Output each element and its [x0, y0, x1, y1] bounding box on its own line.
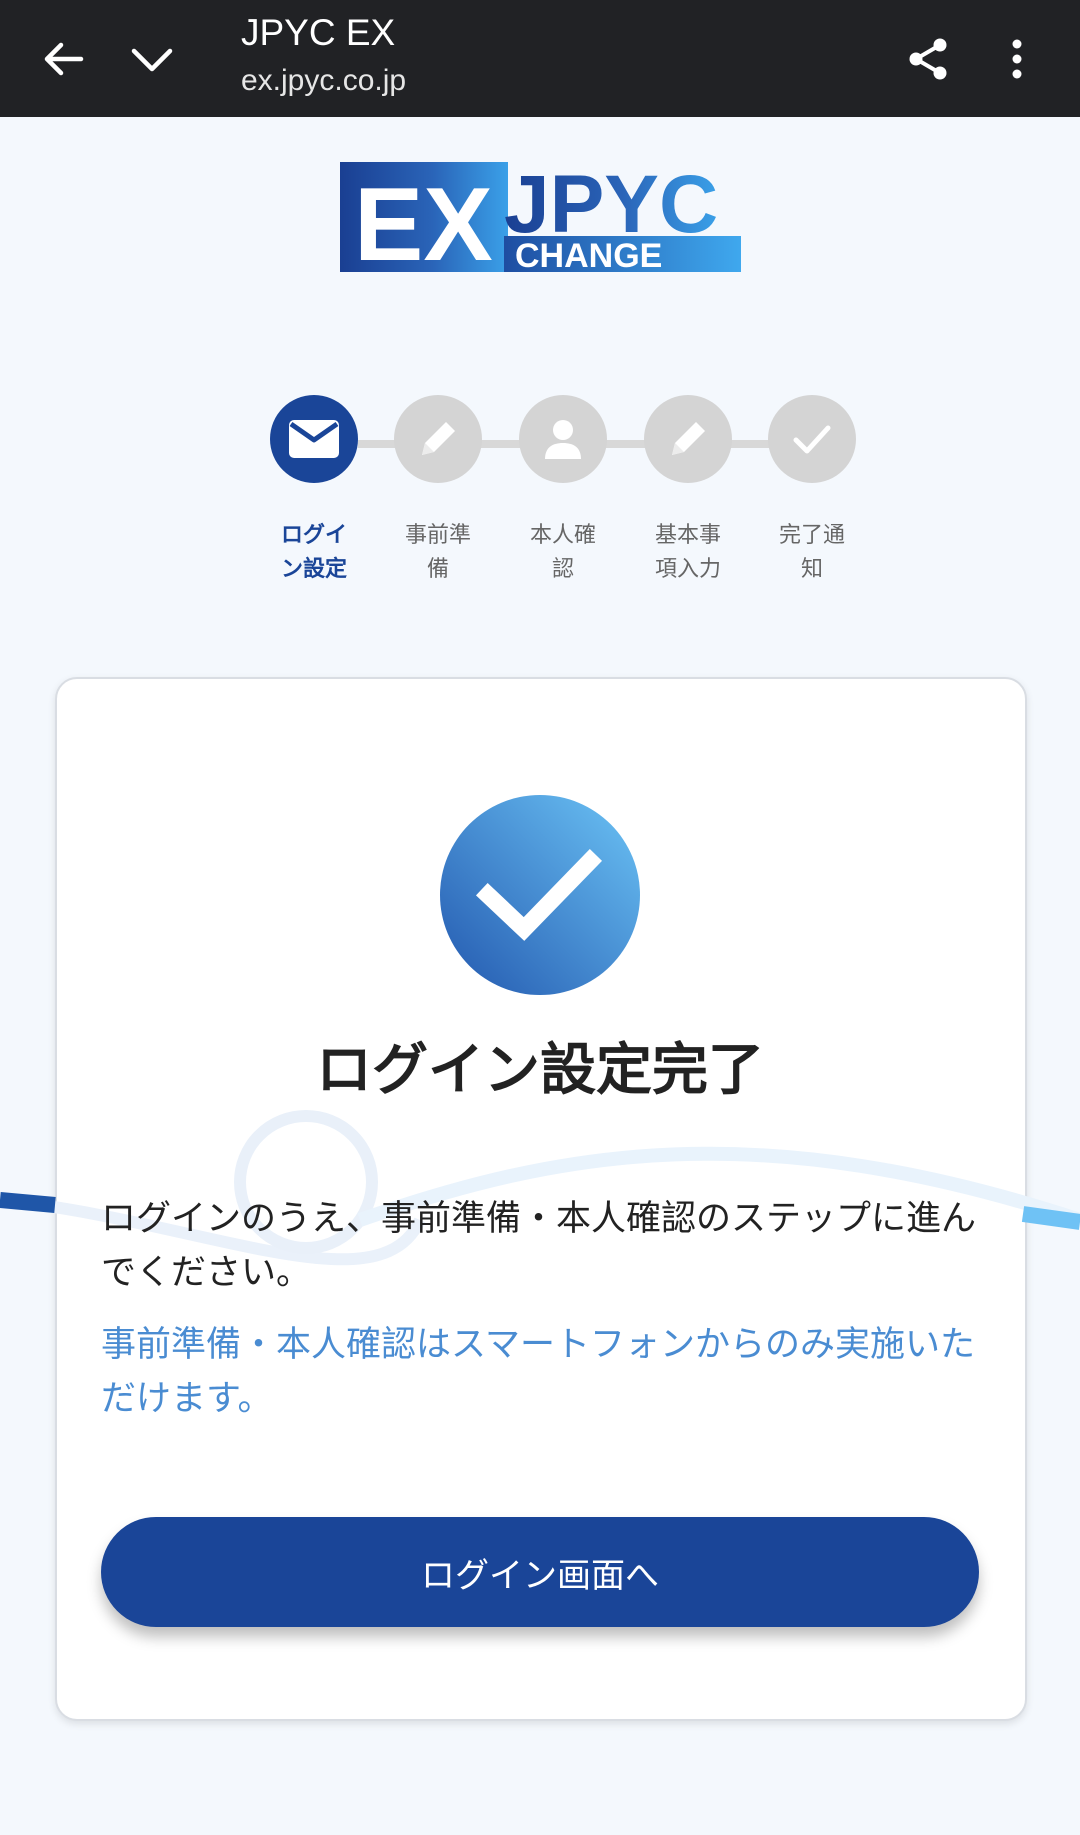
chevron-down-icon: [131, 48, 173, 72]
tab-dropdown-button[interactable]: [117, 24, 187, 94]
completion-title: ログイン設定完了: [316, 1038, 764, 1103]
progress-stepper: ログイ ン設定 事前準備 本人確認 基本事 項入力 完了通知: [0, 395, 1080, 595]
pencil-icon: [672, 422, 705, 455]
step-basic-info: [644, 395, 732, 483]
page-title: JPYC EX: [241, 12, 396, 53]
browser-toolbar: JPYC EX ex.jpyc.co.jp: [0, 0, 1080, 117]
jpyc-exchange-logo: EX JPYC CHANGE: [340, 160, 741, 274]
share-button[interactable]: [893, 24, 963, 94]
share-icon: [909, 38, 947, 80]
go-to-login-button-label: ログイン画面へ: [421, 1555, 659, 1596]
svg-text:EX: EX: [354, 167, 493, 274]
step-label-identity-verification: 本人確認: [529, 523, 596, 582]
person-icon: [545, 420, 581, 459]
step-label-completion-notice: 完了通知: [778, 523, 845, 582]
pencil-icon: [422, 422, 455, 455]
smartphone-only-note: 事前準備・本人確認はスマートフォンからのみ実施いただけます。: [101, 1325, 975, 1419]
check-icon: [793, 425, 831, 454]
go-to-login-button[interactable]: ログイン画面へ: [101, 1517, 979, 1627]
more-menu-button[interactable]: [982, 24, 1052, 94]
back-button[interactable]: [28, 24, 98, 94]
step-preparation: [394, 395, 482, 483]
mail-icon: [289, 420, 339, 458]
step-identity-verification: [519, 395, 607, 483]
step-login-setup: [270, 395, 358, 483]
step-label-login-setup: ログイ ン設定: [280, 523, 347, 582]
step-label-preparation: 事前準備: [404, 523, 471, 582]
arrow-left-icon: [44, 42, 84, 76]
instruction-message: ログインのうえ、事前準備・本人確認のステップに進んでください。: [101, 1199, 977, 1293]
step-completion-notice: [768, 395, 856, 483]
success-check-icon: [440, 795, 640, 995]
svg-text:CHANGE: CHANGE: [515, 237, 662, 274]
page-url[interactable]: ex.jpyc.co.jp: [241, 64, 406, 98]
more-vertical-icon: [1012, 39, 1022, 79]
step-label-basic-info: 基本事 項入力: [654, 523, 721, 582]
